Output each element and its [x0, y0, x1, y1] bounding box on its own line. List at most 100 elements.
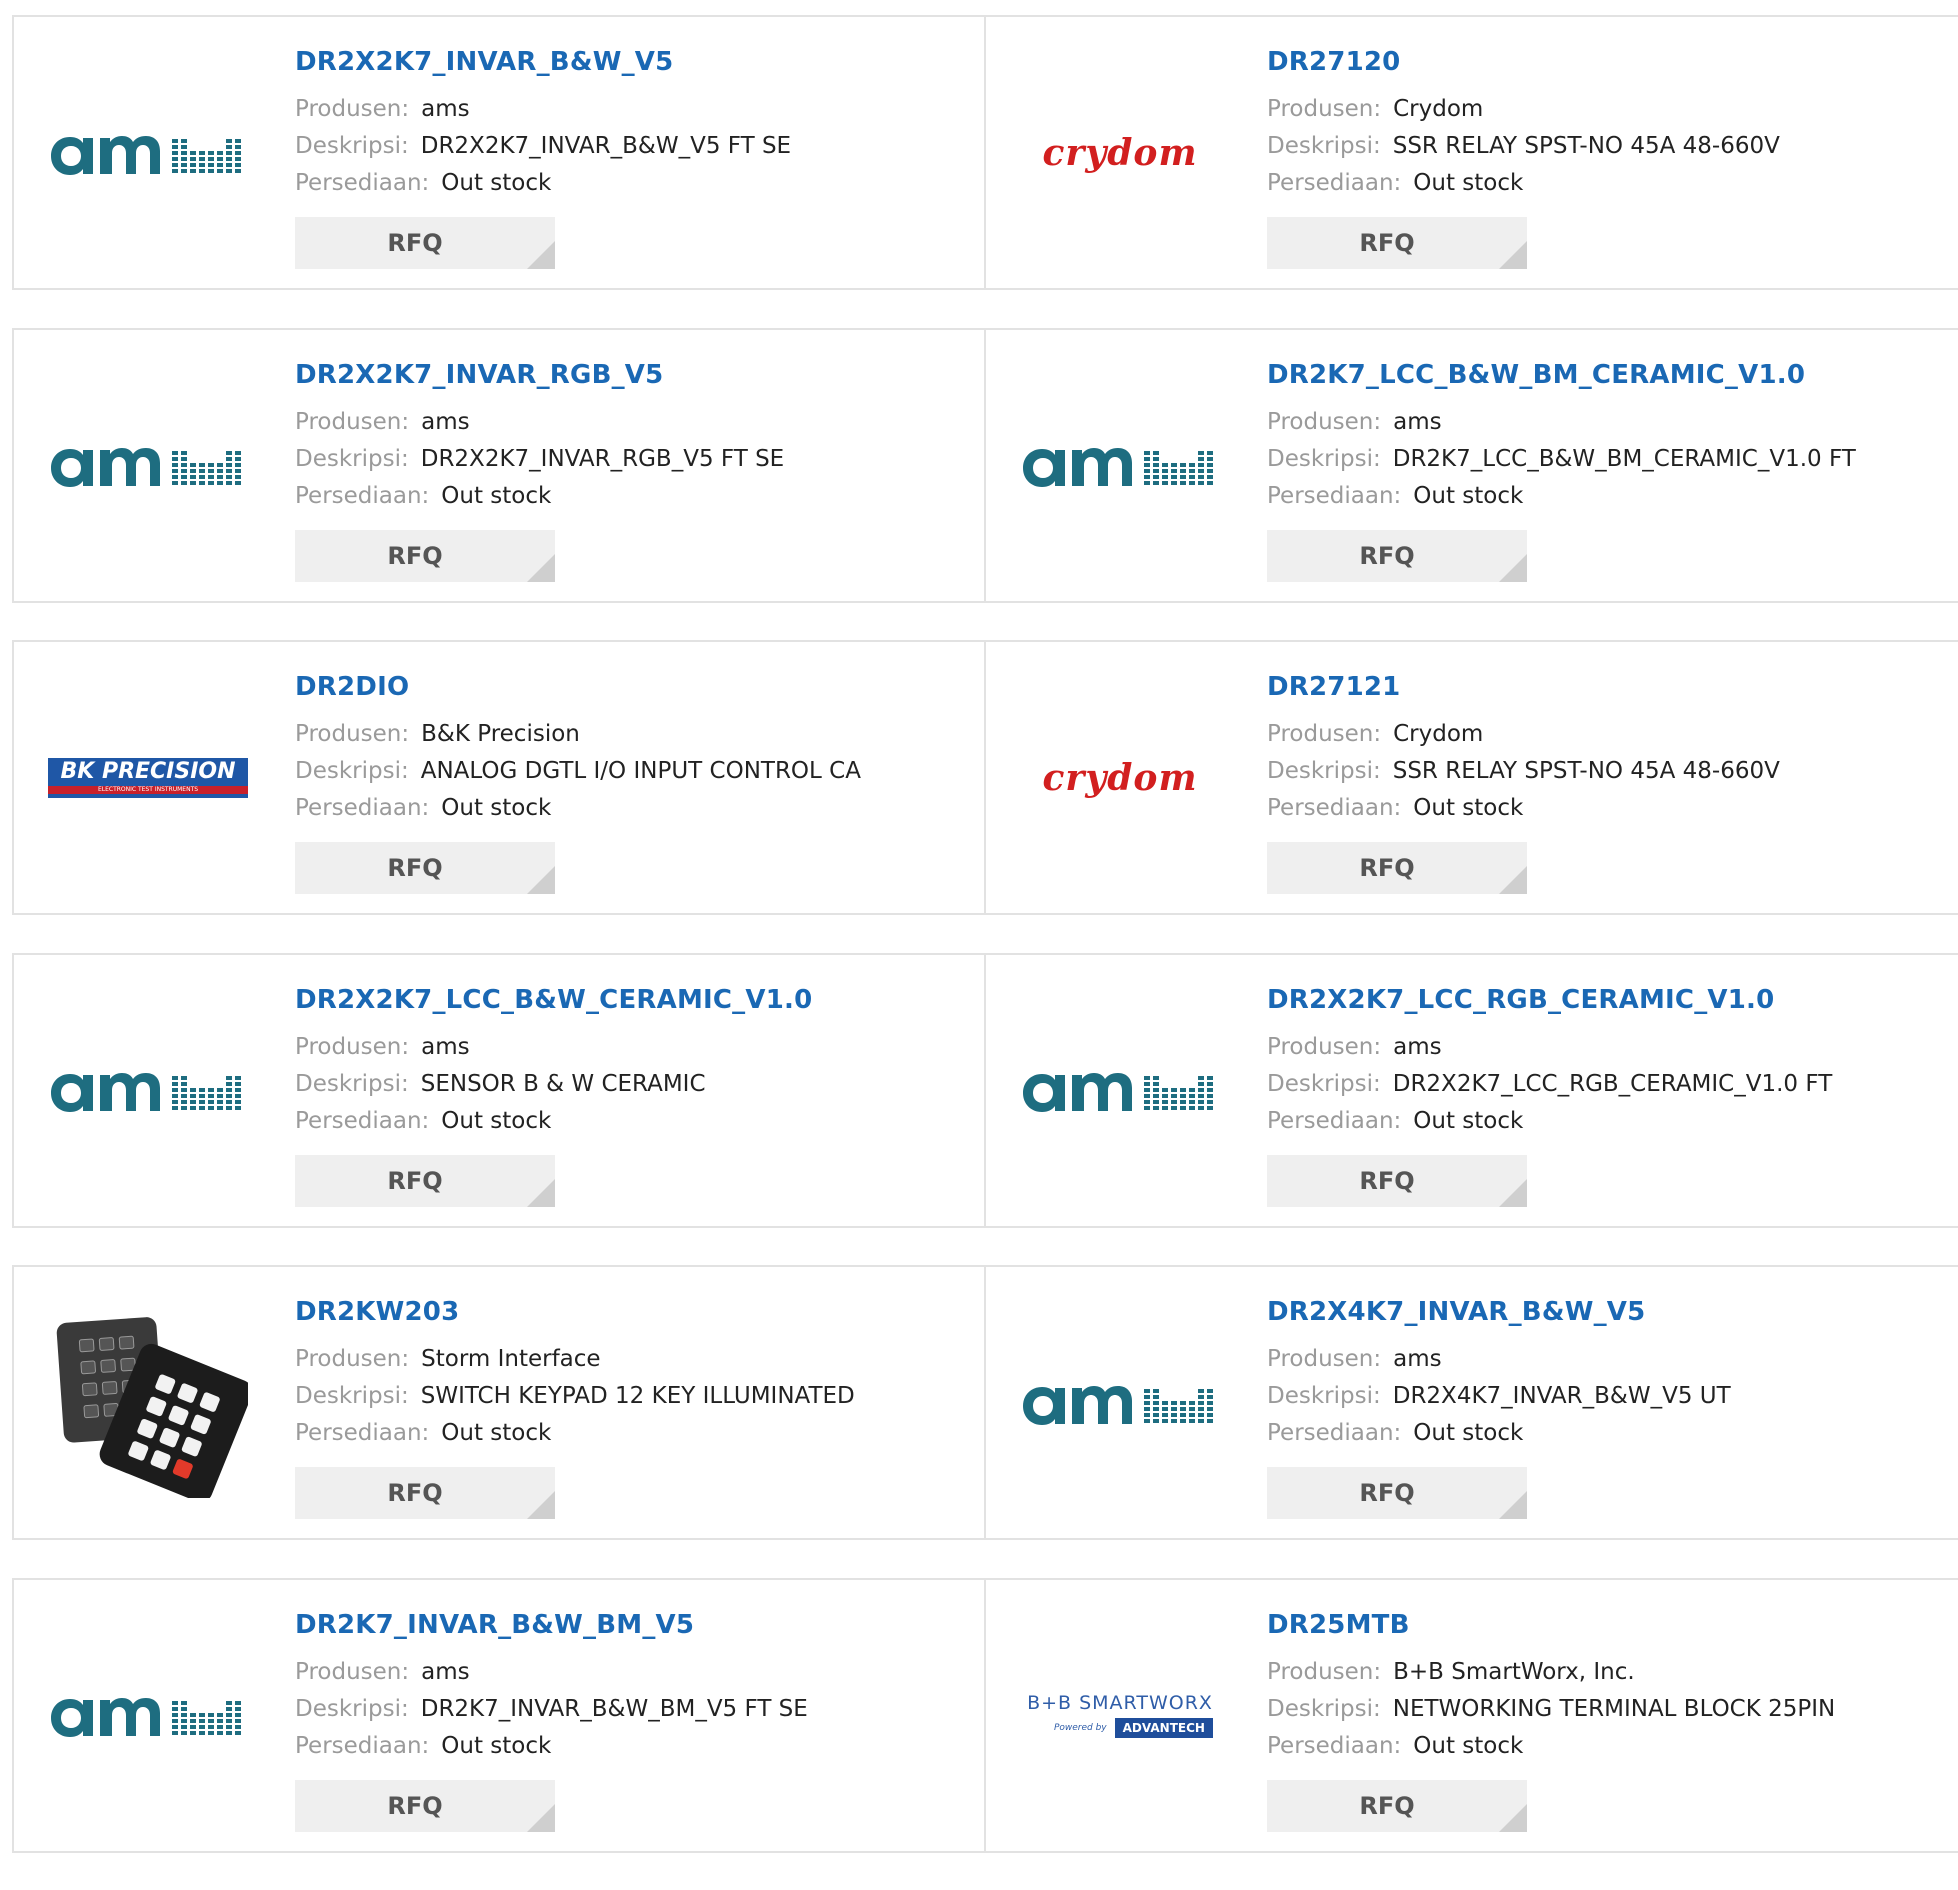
- stock-label: Persediaan:: [1267, 1107, 1402, 1134]
- description-value: DR2X2K7_INVAR_RGB_V5 FT SE: [420, 445, 785, 472]
- product-info: DR25MTB Produsen: B+B SmartWorx, Inc. Deskr…: [1267, 1610, 1835, 1765]
- part-number-link[interactable]: DR2X2K7_LCC_B&W_CERAMIC_V1.0: [295, 985, 812, 1015]
- manufacturer-logo[interactable]: [48, 330, 248, 601]
- stock-row: Persediaan: Out stock: [295, 1103, 812, 1140]
- description-row: Deskripsi: DR2X2K7_INVAR_RGB_V5 FT SE: [295, 441, 784, 478]
- product-row: DR2KW203 Produsen: Storm Interface Deskrips…: [12, 1265, 1958, 1540]
- manufacturer-value: ams: [421, 96, 470, 122]
- stock-row: Persediaan: Out stock: [1267, 1728, 1835, 1765]
- product-info: DR2K7_INVAR_B&W_BM_V5 Produsen: ams Deskrip…: [295, 1610, 808, 1765]
- description-label: Deskripsi:: [295, 1695, 409, 1722]
- stock-value: Out stock: [441, 1420, 552, 1446]
- rfq-button[interactable]: RFQ: [1267, 1779, 1527, 1832]
- rfq-label: RFQ: [387, 1166, 443, 1195]
- manufacturer-value: ams: [1393, 408, 1442, 435]
- manufacturer-row: Produsen: ams: [1267, 1341, 1731, 1378]
- crydom-logo: crydom: [1042, 131, 1198, 174]
- rfq-button[interactable]: RFQ: [295, 1779, 555, 1832]
- product-card: DR2X2K7_LCC_B&W_CERAMIC_V1.0 Produsen: ams…: [14, 954, 986, 1226]
- description-label: Deskripsi:: [1267, 1070, 1381, 1097]
- manufacturer-logo[interactable]: [1020, 955, 1220, 1226]
- product-row: DR2X2K7_INVAR_B&W_V5 Produsen: ams Deskrips…: [12, 15, 1958, 290]
- part-number-link[interactable]: DR2X2K7_LCC_RGB_CERAMIC_V1.0: [1267, 985, 1832, 1015]
- rfq-button[interactable]: RFQ: [1267, 842, 1527, 894]
- description-row: Deskripsi: SSR RELAY SPST-NO 45A 48-660V: [1267, 753, 1780, 790]
- rfq-button[interactable]: RFQ: [295, 842, 555, 894]
- rfq-button[interactable]: RFQ: [1267, 217, 1527, 269]
- crydom-logo: crydom: [1042, 756, 1198, 799]
- description-row: Deskripsi: DR2X2K7_LCC_RGB_CERAMIC_V1.0 F…: [1267, 1066, 1832, 1103]
- rfq-button[interactable]: RFQ: [295, 1467, 555, 1519]
- rfq-label: RFQ: [387, 854, 443, 882]
- stock-value: Out stock: [441, 795, 552, 821]
- rfq-button[interactable]: RFQ: [295, 1154, 555, 1207]
- stock-value: Out stock: [441, 170, 552, 196]
- rfq-button[interactable]: RFQ: [1267, 1154, 1527, 1207]
- part-number-link[interactable]: DR2K7_LCC_B&W_BM_CERAMIC_V1.0: [1267, 360, 1856, 390]
- description-value: NETWORKING TERMINAL BLOCK 25PIN: [1392, 1695, 1836, 1722]
- stock-value: Out stock: [441, 482, 552, 509]
- manufacturer-logo[interactable]: [48, 17, 248, 288]
- rfq-button[interactable]: RFQ: [295, 217, 555, 269]
- manufacturer-logo[interactable]: [1020, 330, 1220, 601]
- product-info: DR2DIO Produsen: B&K Precision Deskripsi: AN…: [295, 672, 861, 827]
- part-number-link[interactable]: DR2X4K7_INVAR_B&W_V5: [1267, 1297, 1731, 1327]
- description-row: Deskripsi: DR2X4K7_INVAR_B&W_V5 UT: [1267, 1378, 1731, 1415]
- rfq-button[interactable]: RFQ: [295, 529, 555, 582]
- stock-label: Persediaan:: [295, 795, 430, 821]
- stock-label: Persediaan:: [295, 1732, 430, 1759]
- stock-label: Persediaan:: [295, 482, 430, 509]
- description-label: Deskripsi:: [295, 445, 409, 472]
- stock-label: Persediaan:: [1267, 1732, 1402, 1759]
- rfq-label: RFQ: [1359, 1479, 1415, 1507]
- stock-label: Persediaan:: [1267, 482, 1402, 509]
- stock-row: Persediaan: Out stock: [295, 1415, 855, 1452]
- stock-row: Persediaan: Out stock: [1267, 790, 1780, 827]
- manufacturer-logo[interactable]: crydom: [1020, 642, 1220, 913]
- ams-logo: [1020, 1373, 1220, 1433]
- product-card: DR2X2K7_LCC_RGB_CERAMIC_V1.0 Produsen: ams…: [986, 955, 1958, 1226]
- manufacturer-row: Produsen: ams: [1267, 1029, 1832, 1066]
- part-number-link[interactable]: DR2X2K7_INVAR_RGB_V5: [295, 360, 784, 390]
- part-number-link[interactable]: DR2K7_INVAR_B&W_BM_V5: [295, 1610, 808, 1640]
- rfq-label: RFQ: [387, 229, 443, 257]
- part-number-link[interactable]: DR25MTB: [1267, 1610, 1835, 1640]
- product-row: DR2X2K7_INVAR_RGB_V5 Produsen: ams Deskrips…: [12, 327, 1958, 603]
- description-row: Deskripsi: SWITCH KEYPAD 12 KEY ILLUMINAT…: [295, 1378, 855, 1415]
- part-number-link[interactable]: DR27121: [1267, 672, 1780, 702]
- part-number-link[interactable]: DR2X2K7_INVAR_B&W_V5: [295, 47, 791, 77]
- description-row: Deskripsi: SSR RELAY SPST-NO 45A 48-660V: [1267, 128, 1780, 165]
- product-info: DR2X2K7_LCC_RGB_CERAMIC_V1.0 Produsen: ams…: [1267, 985, 1832, 1140]
- part-number-link[interactable]: DR2KW203: [295, 1297, 855, 1327]
- stock-label: Persediaan:: [295, 1107, 430, 1134]
- product-card: crydom DR27121 Produsen: Crydom Deskripsi: SS…: [986, 642, 1958, 913]
- manufacturer-value: Crydom: [1393, 721, 1484, 747]
- corner-decoration: [527, 1491, 555, 1519]
- product-info: DR2X2K7_INVAR_RGB_V5 Produsen: ams Deskrips…: [295, 360, 784, 515]
- manufacturer-logo[interactable]: B+B SMARTWORX Powered by ADVANTECH: [1020, 1580, 1220, 1851]
- product-card: BK PRECISION ELECTRONIC TEST INSTRUMENTS D…: [14, 642, 986, 913]
- manufacturer-label: Produsen:: [1267, 1658, 1382, 1685]
- manufacturer-logo[interactable]: [48, 1267, 253, 1538]
- part-number-link[interactable]: DR2DIO: [295, 672, 861, 702]
- manufacturer-logo[interactable]: [1020, 1267, 1220, 1538]
- manufacturer-logo[interactable]: BK PRECISION ELECTRONIC TEST INSTRUMENTS: [48, 642, 248, 913]
- bk-precision-logo: BK PRECISION ELECTRONIC TEST INSTRUMENTS: [48, 757, 248, 798]
- manufacturer-logo[interactable]: [48, 955, 248, 1226]
- rfq-button[interactable]: RFQ: [1267, 529, 1527, 582]
- manufacturer-label: Produsen:: [295, 1658, 410, 1685]
- corner-decoration: [527, 553, 555, 582]
- description-label: Deskripsi:: [295, 1383, 409, 1409]
- description-value: SSR RELAY SPST-NO 45A 48-660V: [1392, 133, 1780, 159]
- stock-value: Out stock: [1413, 795, 1524, 821]
- manufacturer-logo[interactable]: [48, 1580, 248, 1851]
- bb-logo-text: B+B SMARTWORX: [1027, 1692, 1213, 1714]
- ams-logo: [1020, 435, 1220, 495]
- description-row: Deskripsi: DR2K7_LCC_B&W_BM_CERAMIC_V1.0 …: [1267, 441, 1856, 478]
- part-number-link[interactable]: DR27120: [1267, 47, 1780, 77]
- product-row: DR2X2K7_LCC_B&W_CERAMIC_V1.0 Produsen: ams…: [12, 952, 1958, 1228]
- manufacturer-row: Produsen: Storm Interface: [295, 1341, 855, 1378]
- manufacturer-row: Produsen: ams: [295, 404, 784, 441]
- rfq-button[interactable]: RFQ: [1267, 1467, 1527, 1519]
- manufacturer-logo[interactable]: crydom: [1020, 17, 1220, 288]
